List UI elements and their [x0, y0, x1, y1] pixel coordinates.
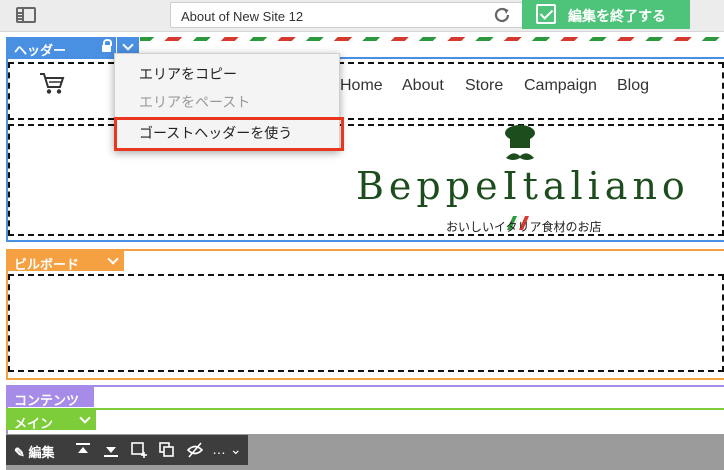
hide-icon[interactable] — [186, 441, 204, 459]
move-up-icon[interactable] — [74, 441, 92, 459]
main-top-line — [6, 408, 724, 410]
duplicate-icon[interactable] — [158, 441, 176, 459]
edit-button[interactable]: ✎ 編集 — [14, 442, 55, 461]
more-options-button[interactable]: … ⌄ — [212, 441, 242, 458]
nav-about[interactable]: About — [402, 77, 444, 95]
billboard-area[interactable] — [8, 274, 724, 372]
site-title-field[interactable]: About of New Site 12 — [170, 2, 530, 28]
header-section-tag[interactable]: ヘッダー — [6, 37, 96, 58]
lock-icon — [102, 39, 112, 52]
edit-label: 編集 — [28, 445, 55, 460]
pencil-icon: ✎ — [14, 445, 29, 460]
menu-item-copy-area[interactable]: エリアをコピー — [139, 64, 237, 84]
panel-toggle-icon[interactable] — [16, 7, 36, 23]
add-block-icon[interactable] — [130, 441, 148, 459]
site-logo-text: BeppeItaliano — [356, 164, 690, 208]
chevron-down-icon — [122, 39, 134, 51]
contents-top-line — [6, 385, 724, 387]
lock-button[interactable] — [96, 37, 116, 57]
chevron-down-icon — [79, 412, 91, 424]
ghost-header-highlight-box — [114, 117, 344, 151]
nav-store[interactable]: Store — [465, 77, 503, 95]
menu-item-paste-area: エリアをペースト — [139, 94, 251, 110]
nav-campaign[interactable]: Campaign — [524, 77, 597, 95]
nav-blog[interactable]: Blog — [617, 77, 649, 95]
nav-home[interactable]: Home — [340, 77, 383, 95]
move-down-icon[interactable] — [102, 441, 120, 459]
finish-editing-label: 編集を終了する — [568, 8, 666, 24]
italian-stripe-border — [140, 37, 724, 41]
site-tagline: おいしいイタリア食材のお店 — [446, 220, 602, 234]
block-toolbar: ✎ 編集 … ⌄ — [6, 435, 248, 465]
chevron-down-icon — [107, 253, 119, 265]
main-menu-button[interactable] — [74, 410, 96, 430]
chevron-down-icon: ⌄ — [226, 441, 242, 457]
chef-mustache-logo-icon — [505, 125, 535, 160]
cart-icon[interactable] — [38, 70, 66, 96]
finish-editing-button[interactable]: 編集を終了する — [522, 0, 690, 29]
billboard-section-tag[interactable]: ビルボード — [6, 251, 102, 272]
reload-icon[interactable] — [492, 5, 512, 25]
more-label: … — [212, 441, 226, 457]
contents-section-tag[interactable]: コンテンツ — [6, 387, 94, 408]
checkbox-icon — [536, 4, 556, 24]
billboard-bottom-line — [6, 378, 724, 380]
billboard-menu-button[interactable] — [102, 251, 124, 271]
main-section-tag[interactable]: メイン — [6, 410, 74, 431]
